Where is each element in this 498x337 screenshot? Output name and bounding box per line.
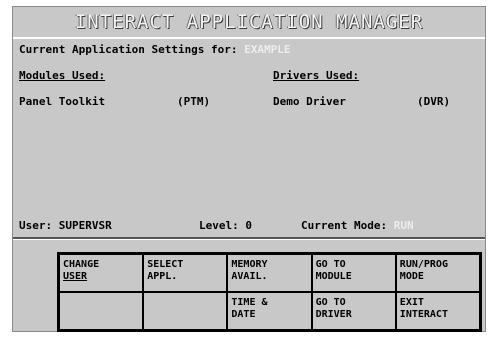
go-to-module-button[interactable]: GO TO MODULE	[311, 254, 396, 292]
drivers-used-header: Drivers Used:	[273, 69, 360, 82]
user-value: SUPERVSR	[58, 219, 112, 232]
mode-value: RUN	[393, 219, 414, 232]
go-to-driver-button[interactable]: GO TO DRIVER	[311, 292, 396, 330]
current-app-row: Current Application Settings for: EXAMPL…	[19, 43, 291, 56]
status-level: Level: 0	[199, 219, 252, 232]
exit-interact-button[interactable]: EXIT INTERACT	[395, 292, 480, 330]
level-value: 0	[245, 219, 252, 232]
level-label: Level:	[199, 219, 239, 232]
module-code: (PTM)	[177, 95, 211, 108]
run-prog-mode-button[interactable]: RUN/PROG MODE	[395, 254, 480, 292]
select-appl-button[interactable]: SELECT APPL.	[143, 254, 228, 292]
section-divider-highlight	[13, 239, 485, 240]
driver-name: Demo Driver	[273, 95, 346, 108]
current-app-label: Current Application Settings for:	[19, 43, 238, 56]
empty-key-7[interactable]	[143, 292, 228, 330]
modules-used-header: Modules Used:	[19, 69, 106, 82]
change-user-button[interactable]: CHANGE USER	[59, 254, 144, 292]
status-mode: Current Mode: RUN	[301, 219, 414, 232]
mode-label: Current Mode:	[301, 219, 388, 232]
function-key-grid: CHANGE USER SELECT APPL. MEMORY AVAIL. GO T…	[57, 252, 482, 332]
window-title: INTERACT APPLICATION MANAGER	[74, 11, 424, 33]
settings-panel: Current Application Settings for: EXAMPL…	[13, 39, 485, 237]
user-label: User:	[19, 219, 53, 232]
current-app-value: EXAMPLE	[244, 43, 291, 56]
module-name: Panel Toolkit	[19, 95, 106, 108]
app-manager-window: INTERACT APPLICATION MANAGER Current App…	[12, 6, 486, 332]
empty-key-6[interactable]	[59, 292, 144, 330]
memory-avail-button[interactable]: MEMORY AVAIL.	[227, 254, 312, 292]
time-date-button[interactable]: TIME & DATE	[227, 292, 312, 330]
status-user: User: SUPERVSR	[19, 219, 112, 232]
driver-code: (DVR)	[417, 95, 451, 108]
